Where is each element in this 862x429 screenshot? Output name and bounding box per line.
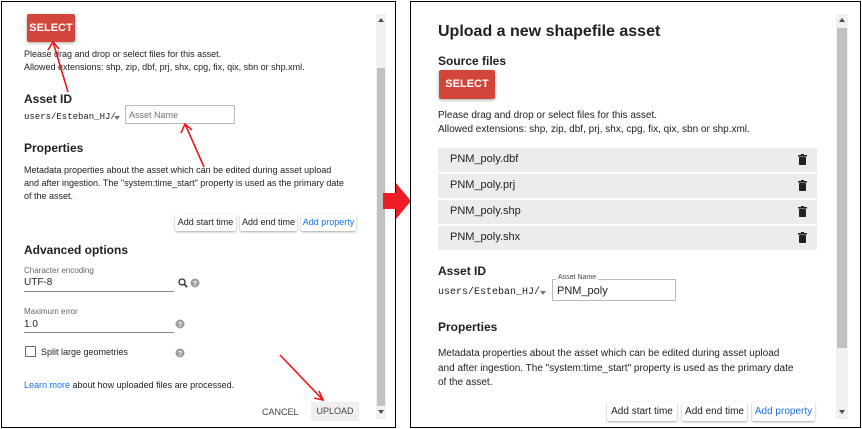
upload-dialog-after: Upload a new shapefile asset Source file… — [410, 1, 861, 428]
chevron-down-icon[interactable] — [540, 291, 546, 295]
asset-name-label: Asset Name — [556, 274, 599, 281]
dialog-title: Upload a new shapefile asset — [438, 23, 661, 40]
file-name: PNM_poly.dbf — [450, 153, 519, 165]
upload-dialog-before: SELECT Please drag and drop or select fi… — [1, 1, 396, 428]
allowed-extensions-text: Allowed extensions: shp, zip, dbf, prj, … — [438, 124, 750, 135]
properties-description-line3: of the asset. — [438, 377, 493, 388]
drag-drop-hint: Please drag and drop or select files for… — [438, 110, 658, 121]
annotation-arrows — [47, 40, 325, 402]
source-files-heading: Source files — [438, 54, 507, 68]
properties-heading: Properties — [438, 320, 498, 334]
delete-icon[interactable] — [798, 154, 807, 165]
asset-id-heading: Asset ID — [438, 264, 487, 278]
asset-name-value[interactable]: PNM_poly — [557, 285, 608, 297]
right-scrollbar[interactable] — [836, 14, 848, 419]
asset-name-field[interactable]: Asset Name PNM_poly — [552, 274, 676, 301]
add-end-time-button[interactable]: Add end time — [682, 402, 747, 421]
delete-icon[interactable] — [798, 180, 807, 191]
select-files-button[interactable]: SELECT — [439, 70, 495, 99]
file-name: PNM_poly.prj — [450, 179, 516, 191]
delete-icon[interactable] — [798, 232, 807, 243]
add-start-time-button[interactable]: Add start time — [607, 402, 677, 421]
file-name: PNM_poly.shp — [450, 205, 521, 217]
add-property-button[interactable]: Add property — [752, 402, 815, 421]
delete-icon[interactable] — [798, 206, 807, 217]
asset-path-select[interactable]: users/Esteban_HJ/ — [438, 287, 540, 298]
file-row: PNM_poly.dbf — [438, 148, 817, 172]
scroll-up-icon[interactable] — [839, 18, 845, 22]
properties-description-line1: Metadata properties about the asset whic… — [438, 348, 780, 359]
scroll-down-icon[interactable] — [839, 410, 845, 414]
file-name: PNM_poly.shx — [450, 231, 521, 243]
file-row: PNM_poly.shx — [438, 226, 817, 250]
file-row: PNM_poly.shp — [438, 200, 817, 224]
file-row: PNM_poly.prj — [438, 174, 817, 198]
properties-description-line2: and after ingestion. The "system:time_st… — [438, 363, 794, 374]
transition-arrow-icon — [383, 183, 411, 219]
right-scroll-thumb[interactable] — [837, 28, 847, 348]
